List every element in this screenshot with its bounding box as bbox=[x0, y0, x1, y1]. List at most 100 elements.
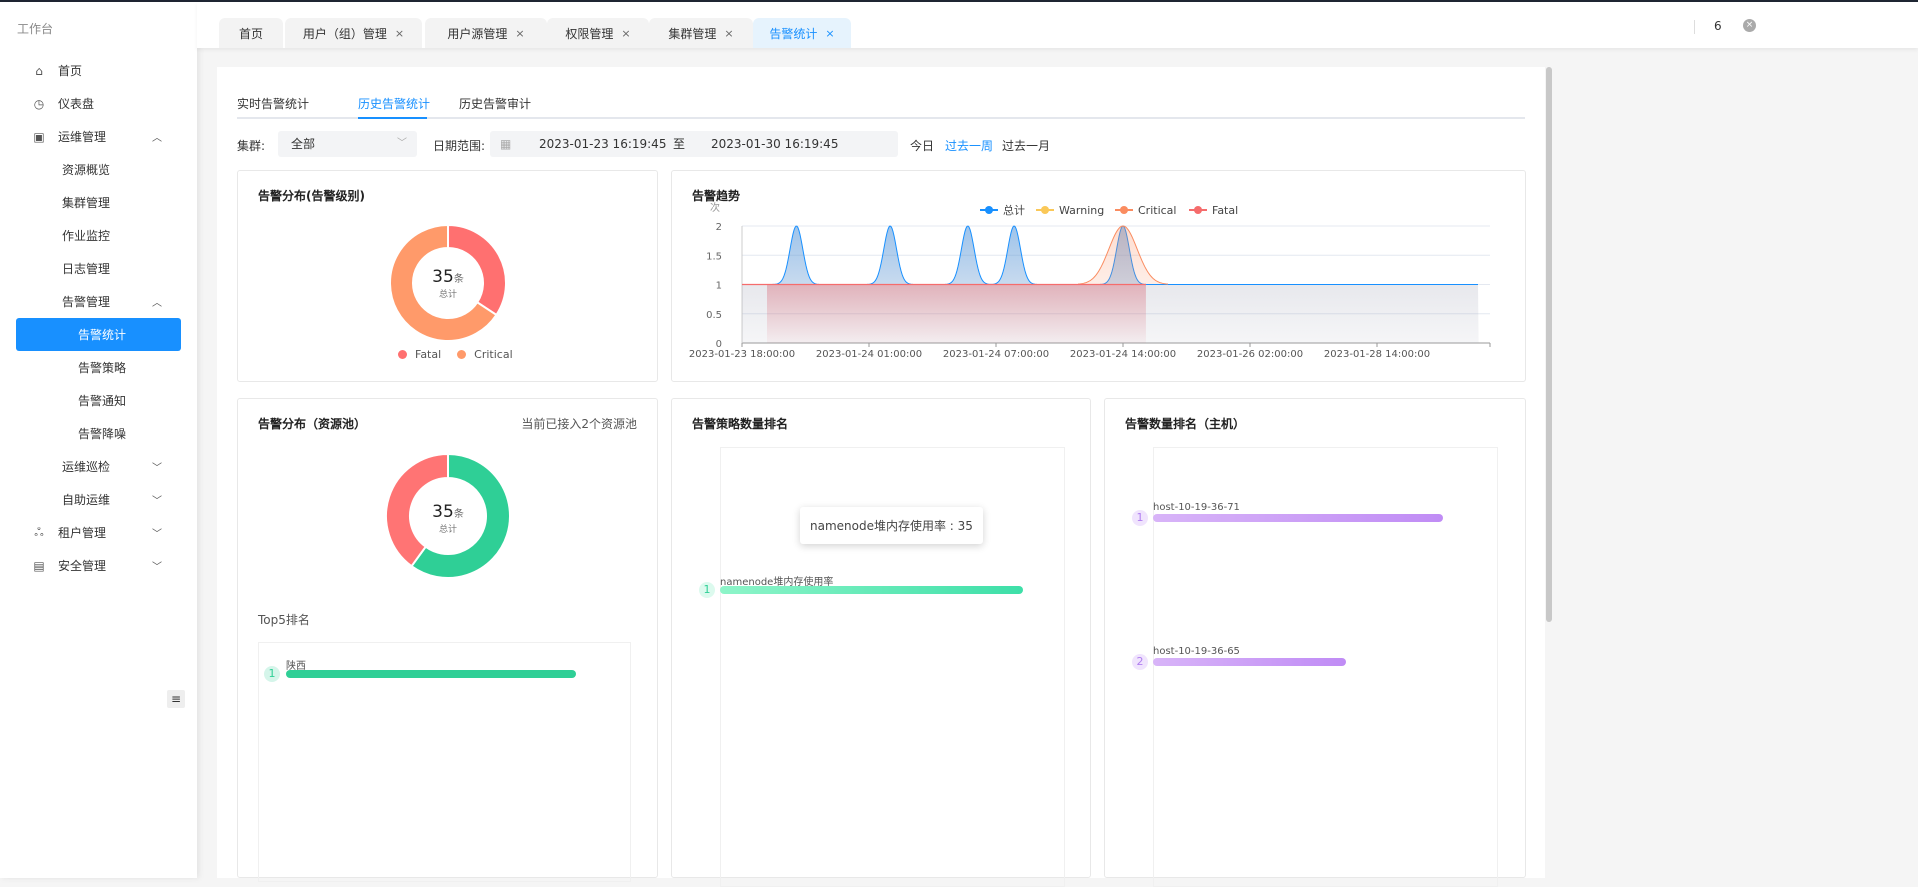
cluster-value: 全部 bbox=[291, 137, 316, 151]
legend-item-2[interactable]: Critical bbox=[1115, 204, 1176, 217]
sidebar: 工作台 ⌂ 首页 ◷ 仪表盘 ▣ 运维管理 ︿ 资源概览 集群管理 作业监控 日志管理 告警管理 ︿ 告警… bbox=[0, 2, 197, 878]
sidebar-item-label: 安全管理 bbox=[58, 559, 107, 573]
x-tick-label: 2023-01-26 02:00:00 bbox=[1197, 349, 1303, 360]
close-tab-icon[interactable]: × bbox=[515, 27, 524, 40]
y-tick-label: 2 bbox=[716, 222, 722, 233]
sidebar-item-2[interactable]: ▣ 运维管理 ︿ bbox=[0, 120, 197, 153]
rank-bar bbox=[720, 586, 1023, 594]
sidebar-item-6[interactable]: 日志管理 bbox=[0, 252, 197, 285]
chevron-down-icon[interactable]: ﹀ bbox=[152, 459, 162, 474]
quick-today[interactable]: 今日 bbox=[910, 137, 934, 154]
trend-card: 告警趋势 0 0.5 1 1.5 2 次 2023-01-23 18:00:00 2023-0… bbox=[671, 170, 1526, 382]
tab-count: 6 bbox=[1714, 19, 1722, 33]
tooltip: namenode堆内存使用率 : 35 bbox=[800, 507, 983, 544]
rank-number: 2 bbox=[1132, 654, 1148, 670]
collapse-sidebar-icon[interactable]: ≡ bbox=[167, 690, 185, 708]
close-tab-icon[interactable]: × bbox=[724, 27, 733, 40]
scrollbar[interactable] bbox=[1546, 67, 1552, 622]
y-tick-label: 0.5 bbox=[706, 310, 722, 321]
date-start[interactable]: 2023-01-23 16:19:45 bbox=[539, 131, 666, 157]
sidebar-item-3[interactable]: 资源概览 bbox=[0, 153, 197, 186]
trend-chart: 00.511.52次2023-01-23 18:00:00 2023-01-24 … bbox=[689, 201, 1491, 360]
rank-bar bbox=[1153, 514, 1443, 522]
workspace-title: 工作台 bbox=[17, 22, 54, 36]
dashboard-icon: ◷ bbox=[33, 96, 45, 111]
sidebar-item-15[interactable]: ▤ 安全管理 ﹀ bbox=[0, 549, 197, 582]
sidebar-item-10[interactable]: 告警通知 bbox=[0, 384, 197, 417]
sidebar-item-0[interactable]: ⌂ 首页 bbox=[0, 54, 197, 87]
cluster-select[interactable]: 全部 ﹀ bbox=[278, 131, 417, 157]
legend-label: Critical bbox=[1138, 204, 1176, 217]
home-icon: ⌂ bbox=[35, 63, 43, 78]
sidebar-item-13[interactable]: 自助运维 ﹀ bbox=[0, 483, 197, 516]
rank-grid bbox=[1153, 447, 1498, 887]
chevron-up-icon[interactable]: ︿ bbox=[152, 294, 162, 309]
y-tick-label: 1 bbox=[716, 281, 722, 292]
sidebar-item-label: 告警策略 bbox=[78, 361, 127, 375]
x-tick-label: 2023-01-28 14:00:00 bbox=[1324, 349, 1430, 360]
chevron-down-icon[interactable]: ﹀ bbox=[152, 558, 162, 573]
sidebar-item-label: 资源概览 bbox=[62, 163, 111, 177]
rank-number: 1 bbox=[699, 582, 715, 598]
chevron-down-icon[interactable]: ﹀ bbox=[152, 525, 162, 540]
subtab-history[interactable]: 历史告警统计 bbox=[358, 95, 430, 112]
sidebar-item-5[interactable]: 作业监控 bbox=[0, 219, 197, 252]
pool-distribution-card: 告警分布（资源池） 当前已接入2个资源池 35条 总计 Top5排名 陕西 1 bbox=[237, 398, 658, 882]
chevron-up-icon[interactable]: ︿ bbox=[152, 129, 162, 144]
sidebar-item-11[interactable]: 告警降噪 bbox=[0, 417, 197, 450]
date-end[interactable]: 2023-01-30 16:19:45 bbox=[711, 131, 838, 157]
tab-2[interactable]: 用户源管理 × bbox=[425, 18, 547, 48]
host-rank-card: 告警数量排名（主机） host-10-19-36-71 1 host-10-19… bbox=[1104, 398, 1526, 887]
subtab-realtime[interactable]: 实时告警统计 bbox=[237, 95, 309, 112]
tab-label: 告警统计 bbox=[769, 26, 818, 41]
legend-fatal[interactable]: Fatal bbox=[398, 348, 441, 361]
sidebar-item-1[interactable]: ◷ 仪表盘 bbox=[0, 87, 197, 120]
tenant-icon: ஃ bbox=[34, 524, 44, 539]
sidebar-item-label: 仪表盘 bbox=[58, 97, 95, 111]
tab-1[interactable]: 用户（组）管理 × bbox=[285, 18, 422, 48]
sidebar-nav: ⌂ 首页 ◷ 仪表盘 ▣ 运维管理 ︿ 资源概览 集群管理 作业监控 日志管理 告警管理 ︿ 告警统计 告警… bbox=[0, 54, 197, 582]
rank-name: host-10-19-36-71 bbox=[1153, 502, 1240, 513]
tab-3[interactable]: 权限管理 × bbox=[547, 18, 649, 48]
sidebar-item-7[interactable]: 告警管理 ︿ bbox=[0, 285, 197, 318]
close-tab-icon[interactable]: × bbox=[395, 27, 404, 40]
close-tab-icon[interactable]: × bbox=[621, 27, 630, 40]
tab-0[interactable]: 首页 bbox=[219, 18, 283, 48]
legend-item-0[interactable]: 总计 bbox=[980, 203, 1025, 217]
sidebar-item-label: 告警管理 bbox=[62, 295, 111, 309]
subtab-audit[interactable]: 历史告警审计 bbox=[459, 95, 531, 112]
y-axis-label: 次 bbox=[710, 201, 720, 214]
card-title: 告警数量排名（主机） bbox=[1125, 417, 1246, 431]
total-label: 总计 bbox=[438, 525, 457, 535]
total-count: 35 bbox=[432, 267, 454, 287]
legend-label: Fatal bbox=[1212, 204, 1238, 217]
legend-label: Warning bbox=[1059, 204, 1104, 217]
close-all-tabs-icon[interactable]: × bbox=[1743, 19, 1756, 32]
sidebar-item-label: 首页 bbox=[58, 64, 83, 78]
close-tab-icon[interactable]: × bbox=[825, 27, 834, 40]
x-tick-label: 2023-01-24 07:00:00 bbox=[943, 349, 1049, 360]
quick-last-month[interactable]: 过去一月 bbox=[1002, 137, 1050, 154]
legend-item-3[interactable]: Fatal bbox=[1189, 204, 1238, 217]
legend-critical[interactable]: Critical bbox=[457, 348, 513, 361]
date-range-picker[interactable]: ▦ 2023-01-23 16:19:45 至 2023-01-30 16:19… bbox=[490, 131, 898, 157]
sidebar-item-14[interactable]: ஃ 租户管理 ﹀ bbox=[0, 516, 197, 549]
legend-item-1[interactable]: Warning bbox=[1036, 204, 1104, 217]
tab-4[interactable]: 集群管理 × bbox=[649, 18, 753, 48]
quick-last-week[interactable]: 过去一周 bbox=[945, 137, 993, 154]
sidebar-item-8[interactable]: 告警统计 bbox=[16, 318, 181, 351]
x-tick-label: 2023-01-24 01:00:00 bbox=[816, 349, 922, 360]
sidebar-item-label: 日志管理 bbox=[62, 262, 111, 276]
tab-5[interactable]: 告警统计 × bbox=[753, 18, 851, 48]
x-tick-label: 2023-01-23 18:00:00 bbox=[689, 349, 795, 360]
legend-label: 总计 bbox=[1003, 203, 1025, 217]
tab-bar: 6 × 首页 用户（组）管理 × 用户源管理 × 权限管理 × 集群管理 × 告警统计 × bbox=[197, 2, 1918, 48]
rank-grid bbox=[258, 642, 631, 882]
sidebar-item-4[interactable]: 集群管理 bbox=[0, 186, 197, 219]
chevron-down-icon[interactable]: ﹀ bbox=[152, 492, 162, 507]
y-tick-label: 1.5 bbox=[706, 251, 722, 262]
sidebar-item-9[interactable]: 告警策略 bbox=[0, 351, 197, 384]
cluster-label: 集群: bbox=[237, 139, 266, 153]
sidebar-item-12[interactable]: 运维巡检 ﹀ bbox=[0, 450, 197, 483]
tab-label: 集群管理 bbox=[668, 26, 717, 41]
